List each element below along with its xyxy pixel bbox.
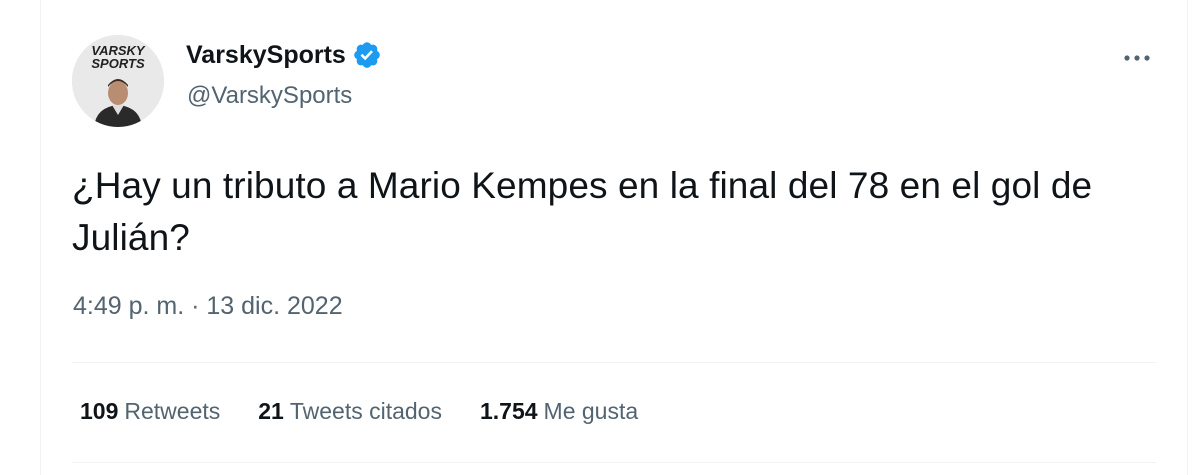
- timestamp-link[interactable]: 4:49 p. m. · 13 dic. 2022: [73, 292, 343, 320]
- stat-retweets-count: 109: [80, 398, 119, 424]
- tweet-timestamp: 4:49 p. m. · 13 dic. 2022: [73, 292, 343, 321]
- display-name-text: VarskySports: [186, 40, 346, 69]
- stat-quote-tweets-label: Tweets citados: [289, 398, 442, 424]
- stat-likes-label: Me gusta: [543, 398, 639, 424]
- more-options-icon[interactable]: [1112, 40, 1162, 76]
- tweet-stats: 109 Retweets 21 Tweets citados 1.754 Me gus…: [80, 398, 676, 425]
- divider: [72, 362, 1156, 363]
- stat-likes-count: 1.754: [479, 398, 538, 424]
- avatar-logo-line2: SPORTS: [91, 56, 145, 71]
- tweet-text: ¿Hay un tributo a Mario Kempes en la fin…: [72, 165, 1093, 258]
- divider: [72, 462, 1156, 463]
- stat-quote-tweets[interactable]: 21 Tweets citados: [258, 398, 442, 425]
- stat-quote-tweets-count: 21: [258, 398, 284, 424]
- avatar-image: VARSKY SPORTS: [72, 35, 164, 127]
- avatar[interactable]: VARSKY SPORTS: [72, 35, 164, 127]
- verified-badge-icon: [352, 40, 382, 70]
- page: VARSKY SPORTS VarskySports @VarskySports…: [0, 0, 1200, 475]
- stat-retweets-label: Retweets: [124, 398, 221, 424]
- stat-retweets[interactable]: 109 Retweets: [80, 398, 220, 425]
- user-handle[interactable]: @VarskySports: [187, 82, 352, 110]
- display-name[interactable]: VarskySports: [186, 40, 382, 70]
- stat-likes[interactable]: 1.754 Me gusta: [480, 398, 638, 425]
